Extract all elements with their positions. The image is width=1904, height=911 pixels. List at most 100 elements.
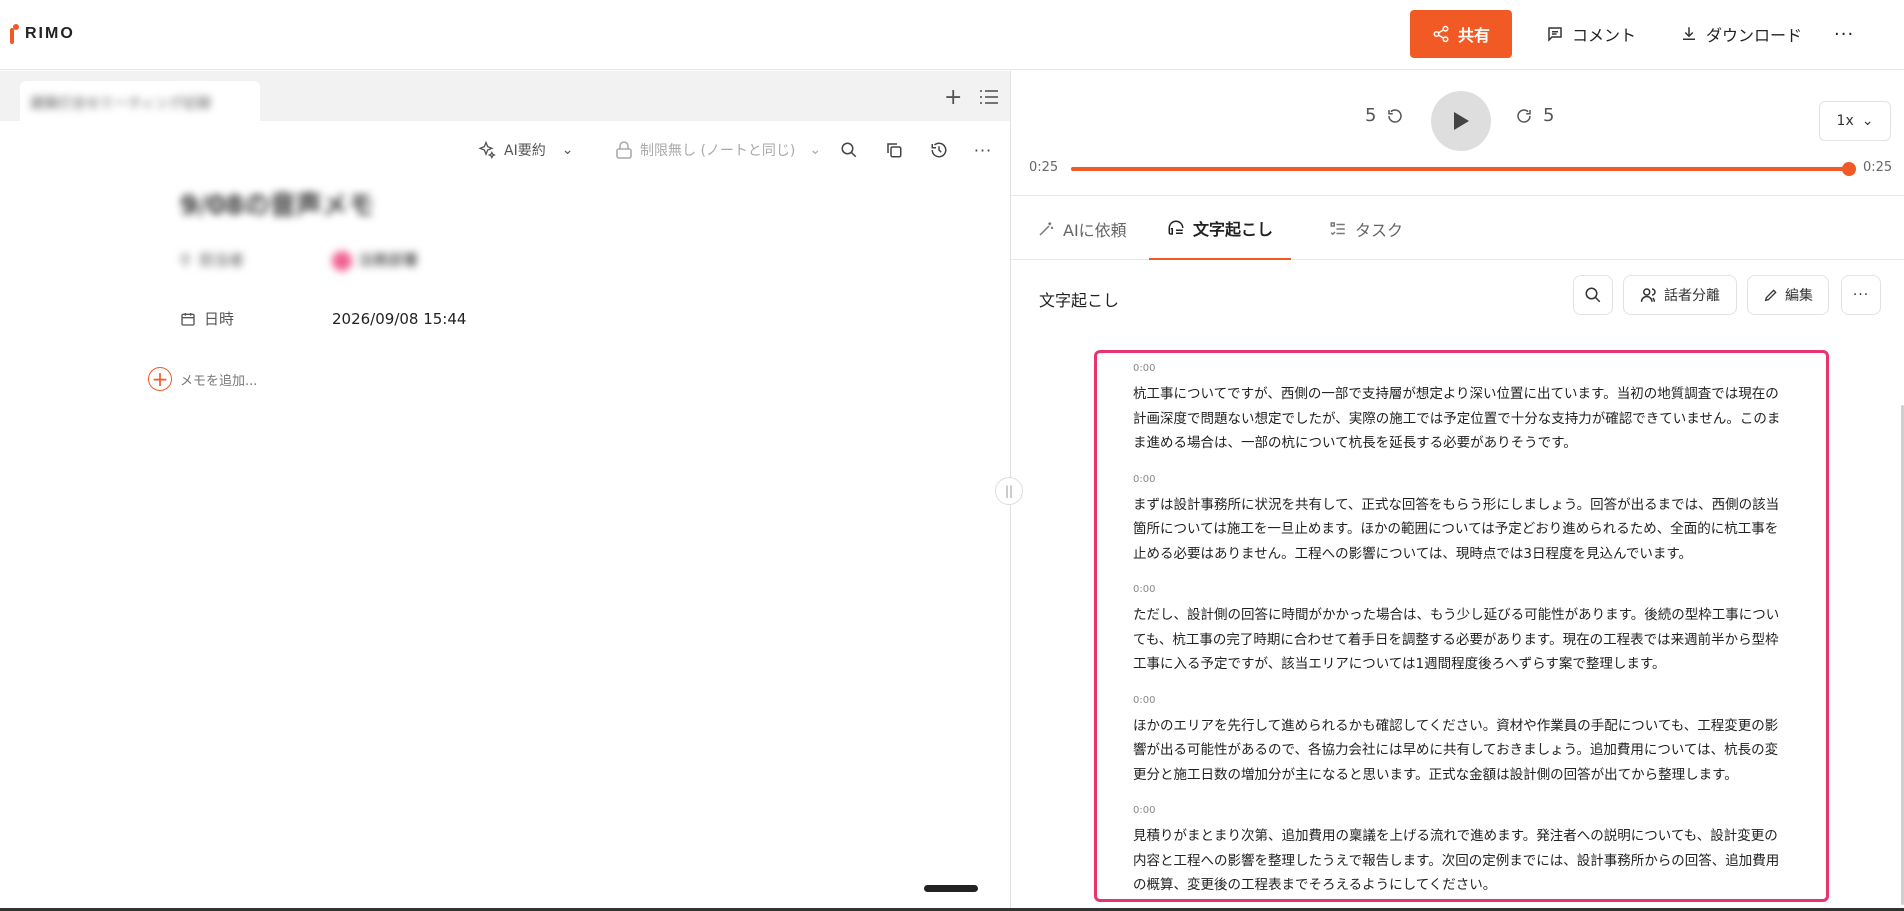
speaker-split-label: 話者分離 [1664, 288, 1720, 304]
play-button[interactable] [1431, 91, 1491, 151]
copy-icon [887, 143, 902, 158]
note-title[interactable]: 9/08の音声メモ [180, 185, 374, 222]
users-icon [1640, 288, 1656, 302]
tab-transcript-label: 文字起こし [1193, 219, 1274, 239]
rewind-icon [1388, 108, 1403, 123]
note-tab[interactable]: 建築打合せミーティング記録 [20, 81, 260, 121]
tab-ai-request[interactable]: AIに依頼 [1019, 197, 1145, 260]
more-options-button[interactable]: ··· [1834, 10, 1854, 58]
permission-dropdown[interactable]: 制限無し (ノートと同じ) ⌄ [616, 135, 821, 165]
search-icon [1585, 287, 1601, 303]
comment-icon [1548, 27, 1562, 42]
tab-transcript[interactable]: 文字起こし [1149, 197, 1292, 260]
add-icon: + [148, 367, 172, 391]
skip-back-seconds: 5 [1365, 105, 1377, 126]
skip-forward-seconds: 5 [1543, 105, 1555, 126]
segment-timestamp[interactable]: 0:00 [1133, 695, 1788, 706]
segment-text: 見積りがまとまり次第、追加費用の稟議を上げる流れで進めます。発注者への説明につい… [1133, 828, 1780, 893]
edit-button[interactable]: 編集 [1747, 275, 1829, 315]
datetime-row: 日時 2026/09/08 15:44 [180, 308, 466, 329]
note-tab-title: 建築打合せミーティング記録 [30, 96, 212, 112]
transcript-segment[interactable]: 0:00 まずは設計事務所に状況を共有して、正式な回答をもらう形にしましょう。回答… [1133, 474, 1788, 567]
forward-icon [1517, 108, 1531, 123]
calendar-icon [181, 312, 195, 326]
segment-timestamp[interactable]: 0:00 [1133, 584, 1788, 595]
pencil-icon [1764, 289, 1777, 302]
edit-label: 編集 [1785, 288, 1813, 304]
transcript-segment[interactable]: 0:00 見積りがまとまり次第、追加費用の稟議を上げる流れで進めます。発注者への説… [1133, 805, 1788, 898]
download-button[interactable]: ダウンロード [1680, 10, 1802, 58]
transcript-more-button[interactable]: ··· [1841, 275, 1881, 315]
tab-tasks[interactable]: タスク [1311, 197, 1421, 260]
add-tab-icon[interactable]: + [944, 85, 962, 110]
search-icon [841, 142, 857, 158]
ai-summary-dropdown[interactable]: AI要約 ⌄ [476, 135, 573, 165]
chevron-down-icon: ⌄ [1861, 113, 1874, 129]
history-icon [931, 142, 947, 158]
share-label: 共有 [1457, 26, 1490, 45]
more-icon: ··· [1852, 287, 1870, 303]
segment-timestamp[interactable]: 0:00 [1133, 474, 1788, 485]
progress-slider[interactable] [1071, 162, 1856, 176]
segment-text: ただし、設計側の回答に時間がかかった場合は、もう少し延びる可能性があります。後続… [1133, 607, 1780, 672]
transcript-segment[interactable]: 0:00 杭工事についてですが、西側の一部で支持層が想定より深い位置に出ています。… [1133, 363, 1788, 456]
transcript-segment[interactable]: 0:00 ほかのエリアを先行して進められるかも確認してください。資材や作業員の手配… [1133, 695, 1788, 788]
more-icon: ··· [1834, 23, 1855, 45]
play-icon [1454, 112, 1469, 130]
note-tab-strip: 建築打合せミーティング記録 + [0, 71, 1010, 121]
person-icon: ⚲ [180, 250, 191, 269]
transcript-search-button[interactable] [1573, 275, 1613, 315]
add-memo-label: メモを追加... [180, 373, 258, 389]
skip-back-button[interactable]: 5 [1365, 105, 1404, 126]
speed-value: 1x [1836, 113, 1854, 129]
owner-label: ⚲ 担当者 [180, 250, 245, 270]
playback-speed-select[interactable]: 1x ⌄ [1819, 101, 1891, 141]
datetime-label: 日時 [180, 308, 332, 329]
share-icon [1433, 25, 1449, 43]
transcript-segment[interactable]: 0:00 ただし、設計側の回答に時間がかかった場合は、もう少し延びる可能性がありま… [1133, 584, 1788, 677]
scroll-indicator[interactable] [924, 885, 978, 892]
speaker-split-button[interactable]: 話者分離 [1623, 275, 1737, 315]
more-button[interactable]: ··· [968, 135, 998, 165]
ai-summary-label: AI要約 [504, 143, 546, 159]
search-button[interactable] [834, 135, 864, 165]
segment-timestamp[interactable]: 0:00 [1133, 363, 1788, 374]
audio-player: 5 5 1x ⌄ 0:25 0:25 [1011, 71, 1904, 196]
magic-wand-icon [1039, 221, 1054, 236]
progress-knob[interactable] [1842, 162, 1856, 176]
download-icon [1683, 27, 1695, 40]
copy-button[interactable] [879, 135, 909, 165]
task-list-icon [1330, 221, 1345, 235]
current-time: 0:25 [1029, 160, 1059, 175]
panel-tabs: AIに依頼 文字起こし タスク [1011, 197, 1904, 260]
avatar [332, 250, 352, 271]
comment-button[interactable]: コメント [1546, 10, 1636, 58]
chevron-down-icon: ⌄ [809, 142, 822, 158]
lock-icon [616, 141, 632, 159]
progress-fill [1071, 167, 1849, 171]
permission-label: 制限無し (ノートと同じ) [640, 143, 796, 159]
datetime-value[interactable]: 2026/09/08 15:44 [332, 310, 466, 328]
tab-tasks-label: タスク [1355, 220, 1404, 240]
more-icon: ··· [973, 140, 993, 160]
tab-list-icon[interactable] [980, 89, 998, 109]
owner-value[interactable]: 法務部署 [332, 249, 418, 271]
comment-label: コメント [1572, 26, 1637, 45]
segment-timestamp[interactable]: 0:00 [1133, 805, 1788, 816]
sparkle-icon [478, 140, 496, 159]
logo[interactable]: RIMO [10, 24, 75, 44]
note-panel: 建築打合せミーティング記録 + AI要約 ⌄ 制限無し (ノートと同じ) ⌄ ·… [0, 71, 1010, 911]
segment-text: 杭工事についてですが、西側の一部で支持層が想定より深い位置に出ています。当初の地… [1133, 386, 1781, 451]
segment-text: まずは設計事務所に状況を共有して、正式な回答をもらう形にしましょう。回答が出るま… [1133, 496, 1780, 562]
transcript-icon [1168, 220, 1184, 235]
skip-forward-button[interactable]: 5 [1515, 105, 1554, 126]
media-panel: 5 5 1x ⌄ 0:25 0:25 AIに依頼 文字起こし タスク 文字起こし… [1011, 71, 1904, 911]
transcript-list: 0:00 杭工事についてですが、西側の一部で支持層が想定より深い位置に出ています。… [1094, 350, 1829, 902]
total-time: 0:25 [1863, 160, 1893, 175]
logo-mark-icon [10, 24, 19, 44]
transcript-heading: 文字起こし [1039, 291, 1120, 310]
add-memo-button[interactable]: + メモを追加... [148, 367, 257, 391]
history-button[interactable] [924, 135, 954, 165]
owner-row: ⚲ 担当者 法務部署 [180, 249, 418, 271]
share-button[interactable]: 共有 [1410, 10, 1512, 58]
